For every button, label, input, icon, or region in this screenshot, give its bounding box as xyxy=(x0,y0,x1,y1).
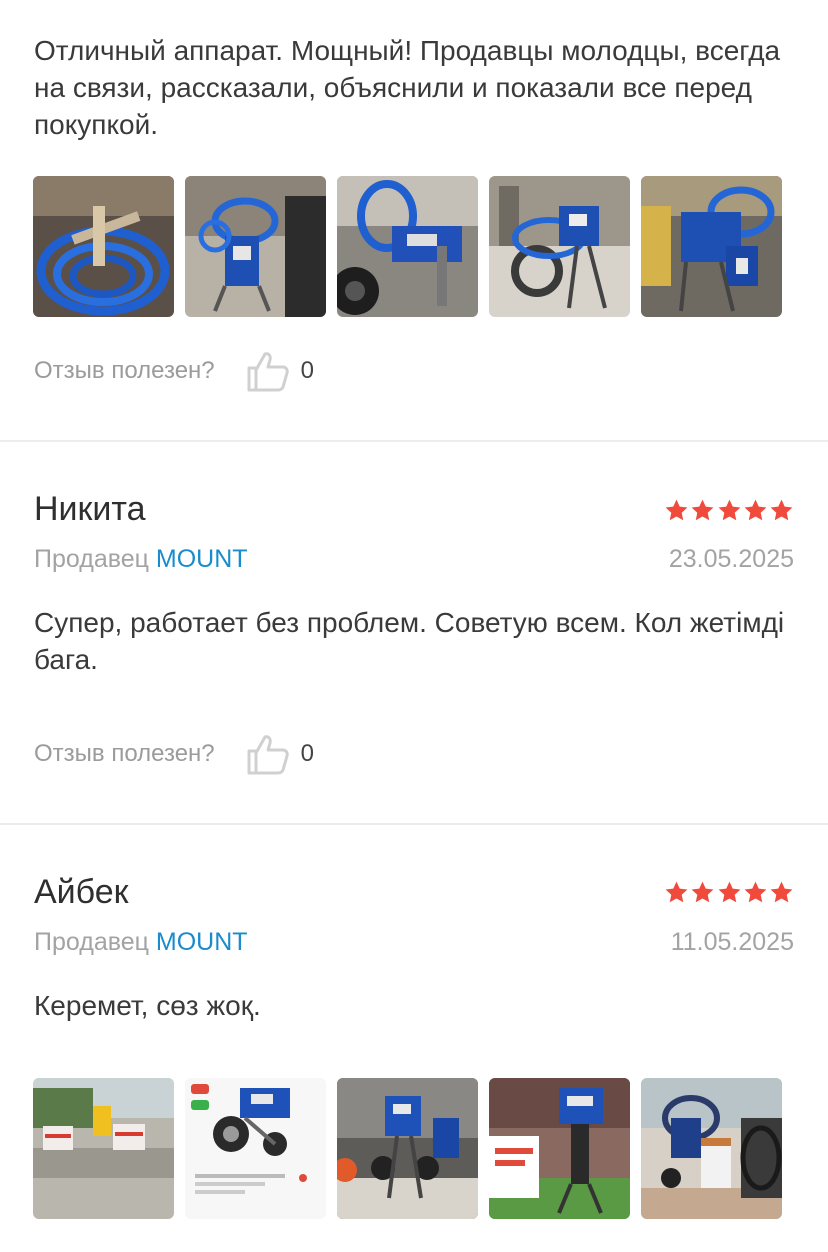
review-photo[interactable] xyxy=(185,176,326,317)
thumbs-up-icon[interactable] xyxy=(245,731,291,777)
review-photos xyxy=(33,1078,782,1219)
review-photo-image xyxy=(337,1078,478,1219)
like-count: 0 xyxy=(300,740,315,767)
seller-link[interactable]: MOUNT xyxy=(156,928,248,956)
review-photo[interactable] xyxy=(337,1078,478,1219)
rating-stars xyxy=(664,498,794,524)
review-photo-image xyxy=(185,176,326,317)
review-divider xyxy=(0,823,828,825)
star-icon xyxy=(770,499,793,521)
review-photo[interactable] xyxy=(489,1078,630,1219)
review-photo-image xyxy=(33,176,174,317)
review-photo-image xyxy=(337,176,478,317)
star-icon xyxy=(770,881,793,903)
helpful-label: Отзыв полезен? xyxy=(34,357,215,384)
star-icon xyxy=(718,881,740,903)
seller-label: Продавец xyxy=(34,928,149,956)
review-text: Керемет, сөз жоқ. xyxy=(34,990,261,1021)
helpful-row: Отзыв полезен? 0 xyxy=(34,346,314,396)
star-icon xyxy=(665,881,688,903)
review-photo-image xyxy=(185,1078,326,1219)
review-photo[interactable] xyxy=(337,176,478,317)
seller-label: Продавец xyxy=(34,545,149,573)
review-photo[interactable] xyxy=(185,1078,326,1219)
star-icon xyxy=(744,499,767,521)
helpful-label: Отзыв полезен? xyxy=(34,740,215,767)
star-icon xyxy=(665,499,688,521)
review-author: Никита xyxy=(34,490,146,528)
star-icon xyxy=(691,881,714,903)
star-icon xyxy=(744,881,767,903)
review-photo-image xyxy=(489,176,630,317)
rating-stars xyxy=(664,880,794,906)
review-text: Отличный аппарат. Мощный! Продавцы молод… xyxy=(34,35,781,140)
review-photo-image xyxy=(641,1078,782,1219)
review-photo-image xyxy=(33,1078,174,1219)
review-photo[interactable] xyxy=(33,176,174,317)
review-text: Супер, работает без проблем. Советую все… xyxy=(34,607,785,675)
seller-line: Продавец MOUNT xyxy=(34,545,248,574)
seller-link[interactable]: MOUNT xyxy=(156,545,248,573)
review-photo[interactable] xyxy=(33,1078,174,1219)
review-photo[interactable] xyxy=(641,176,782,317)
review-date: 23.05.2025 xyxy=(668,545,794,573)
star-icon xyxy=(718,499,740,521)
review-photo[interactable] xyxy=(489,176,630,317)
helpful-row: Отзыв полезен? 0 xyxy=(34,729,314,779)
like-count: 0 xyxy=(300,357,315,384)
star-icon xyxy=(691,499,714,521)
review-photo-image xyxy=(489,1078,630,1219)
review-photos xyxy=(33,176,782,317)
review-date: 11.05.2025 xyxy=(670,928,794,956)
review-photo[interactable] xyxy=(641,1078,782,1219)
review-photo-image xyxy=(641,176,782,317)
thumbs-up-icon[interactable] xyxy=(245,348,291,394)
review-author: Айбек xyxy=(34,873,129,911)
review-divider xyxy=(0,440,828,442)
seller-line: Продавец MOUNT xyxy=(34,928,248,957)
